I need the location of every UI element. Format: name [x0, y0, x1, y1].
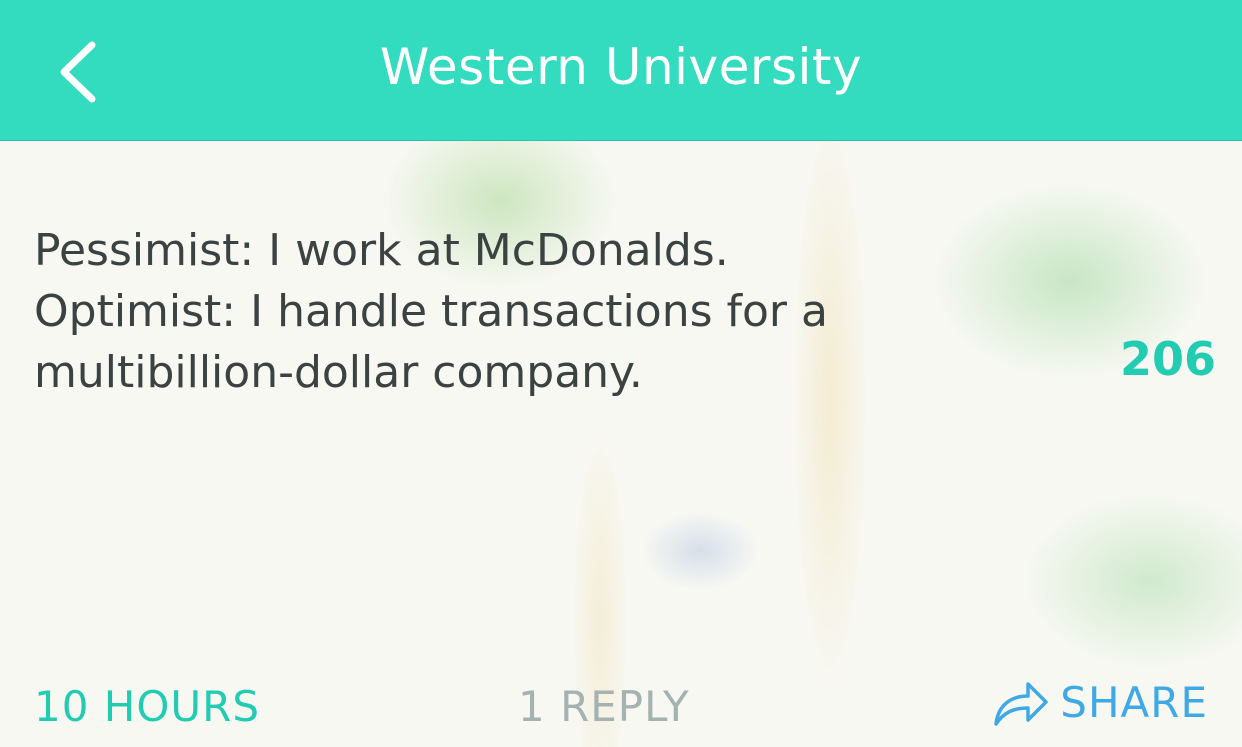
- reply-count-button[interactable]: 1 REPLY: [518, 682, 690, 731]
- page-title: Western University: [379, 38, 863, 96]
- post-message: Pessimist: I work at McDonalds. Optimist…: [34, 220, 934, 403]
- post-timestamp: 10 HOURS: [34, 682, 261, 731]
- vote-count: 206: [1119, 332, 1216, 386]
- share-label: SHARE: [1060, 677, 1208, 727]
- share-button[interactable]: SHARE: [992, 672, 1208, 732]
- post-line: multibillion-dollar company.: [34, 347, 643, 398]
- post-line: Optimist: I handle transactions for a: [34, 286, 828, 337]
- share-arrow-icon: [994, 682, 1049, 726]
- post-line: Pessimist: I work at McDonalds.: [34, 225, 729, 276]
- nav-header: Western University: [0, 0, 1242, 141]
